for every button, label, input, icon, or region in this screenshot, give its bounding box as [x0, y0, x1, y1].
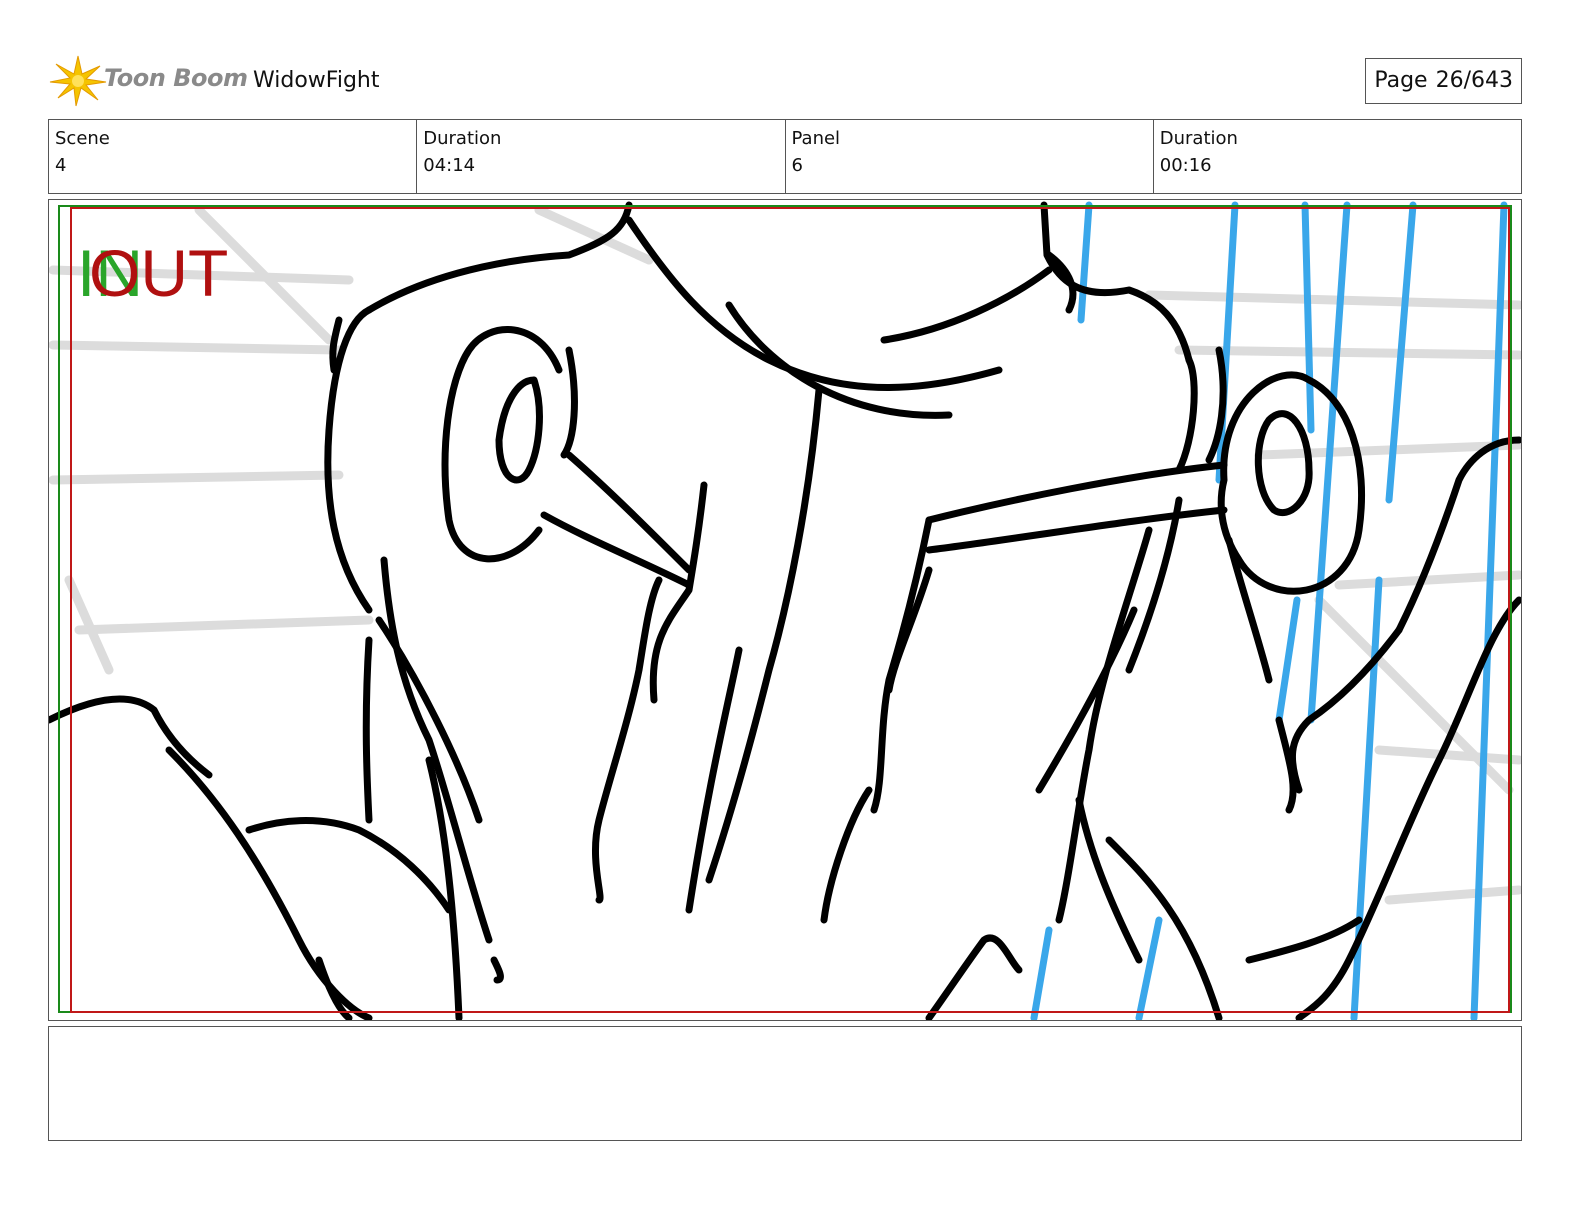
scene-info-table: Scene 4 Duration 04:14 Panel 6 Duration …: [48, 119, 1522, 194]
panel-label: Panel: [791, 128, 841, 149]
page-indicator: Page 26/643: [1365, 58, 1522, 104]
panel-notes-box: [48, 1026, 1522, 1141]
logo-text: Toon Boom: [104, 64, 248, 92]
scene-duration-label: Duration: [423, 128, 502, 149]
panel-duration-value: 00:16: [1159, 155, 1212, 176]
project-title: WidowFight: [253, 68, 380, 93]
storyboard-panel: IN OUT: [48, 199, 1522, 1021]
starburst-icon: [49, 55, 107, 107]
panel-duration-label: Duration: [1159, 128, 1238, 149]
scene-value: 4: [55, 155, 67, 176]
page-header: Toon Boom WidowFight Page 26/643: [48, 52, 1522, 108]
scene-duration-cell: Duration 04:14: [417, 120, 786, 193]
page-value: 26/643: [1435, 68, 1513, 93]
page-label: Page: [1374, 68, 1428, 93]
out-mark: OUT: [89, 236, 228, 310]
background-grid-lines: [49, 205, 1521, 905]
toon-boom-logo: Toon Boom: [48, 52, 248, 108]
panel-value: 6: [791, 155, 803, 176]
panel-cell: Panel 6: [786, 120, 1154, 193]
scene-duration-value: 04:14: [423, 155, 476, 176]
scene-label: Scene: [55, 128, 110, 149]
scene-cell: Scene 4: [49, 120, 418, 193]
panel-duration-cell: Duration 00:16: [1154, 120, 1521, 193]
panel-sketch: IN OUT: [49, 201, 1521, 1020]
